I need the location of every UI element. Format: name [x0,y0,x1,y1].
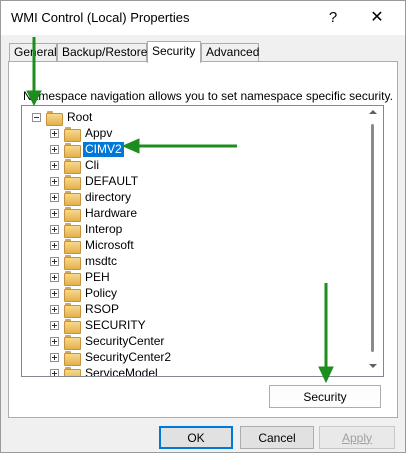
tree-node-label: DEFAULT [85,173,139,188]
tree-node-label: Cli [85,157,99,172]
tree-node[interactable]: Policy [50,285,119,302]
expand-icon[interactable] [50,176,59,186]
apply-button: Apply [319,426,395,449]
folder-icon [46,110,63,126]
tree-node-label: Interop [85,221,123,236]
cancel-button[interactable]: Cancel [240,426,314,449]
tab-backup-restore[interactable]: Backup/Restore [57,43,147,62]
folder-icon [64,270,81,286]
tree-node-label: SecurityCenter [85,333,165,348]
folder-icon [64,174,81,190]
folder-icon [64,126,81,142]
tree-node[interactable]: CIMV2 [50,140,125,158]
help-button[interactable]: ? [319,5,347,29]
folder-icon [64,222,81,238]
expand-icon[interactable] [50,224,59,234]
scroll-up-arrow-icon[interactable] [369,110,377,114]
ok-button[interactable]: OK [159,426,233,449]
tree-node-label: ServiceModel [85,365,158,377]
tree-node-label: SecurityCenter2 [85,349,172,364]
tree-node[interactable]: Microsoft [50,237,136,254]
folder-icon [64,190,81,206]
tree-node[interactable]: PEH [50,269,112,286]
scroll-down-arrow-icon[interactable] [369,364,377,368]
window-title: WMI Control (Local) Properties [11,10,190,25]
apply-button-label: Apply [341,430,373,445]
tree-node-label: Policy [85,285,118,300]
tab-general[interactable]: General [9,43,57,62]
folder-icon [64,334,81,350]
namespace-description: Namespace navigation allows you to set n… [23,89,393,103]
tab-security[interactable]: Security [147,41,201,63]
expand-icon[interactable] [50,256,59,266]
tree-node-label: Appv [85,125,113,140]
folder-icon [64,366,81,376]
expand-icon[interactable] [50,336,59,346]
expand-icon[interactable] [50,144,59,154]
folder-icon [64,238,81,254]
expand-icon[interactable] [50,304,59,314]
security-button[interactable]: Security [269,385,381,408]
folder-icon [64,318,81,334]
folder-icon [64,350,81,366]
folder-icon [64,254,81,270]
expand-icon[interactable] [50,240,59,250]
expand-icon[interactable] [50,128,59,138]
expand-icon[interactable] [50,208,59,218]
close-button[interactable]: ✕ [363,5,391,29]
expand-icon[interactable] [50,192,59,202]
expand-icon[interactable] [50,368,59,376]
folder-icon [64,302,81,318]
tree-node[interactable]: directory [50,189,133,206]
title-bar: WMI Control (Local) Properties ? ✕ [1,1,405,35]
collapse-icon[interactable] [32,112,41,122]
tree-node[interactable]: Hardware [50,205,139,222]
tree-node[interactable]: Appv [50,125,114,142]
vertical-scrollbar-thumb[interactable] [371,124,374,352]
tree-node[interactable]: Interop [50,221,124,238]
folder-icon [64,286,81,302]
folder-icon [64,142,81,158]
tree-node[interactable]: RSOP [50,301,121,318]
tree-node[interactable]: SecurityCenter [50,333,166,350]
tree-node-label: Hardware [85,205,138,220]
expand-icon[interactable] [50,272,59,282]
folder-icon [64,158,81,174]
tree-node[interactable]: DEFAULT [50,173,140,190]
tree-node[interactable]: SECURITY [50,317,148,334]
tree-node-label: SECURITY [85,317,146,332]
properties-dialog: WMI Control (Local) Properties ? ✕ Gener… [0,0,406,453]
tree-node-label: RSOP [85,301,120,316]
namespace-tree[interactable]: Root Appv CIMV2 Cli DEFAULT directory Ha… [21,105,384,377]
tree-node-label: msdtc [85,253,118,268]
expand-icon[interactable] [50,160,59,170]
tree-node-label-selected: CIMV2 [82,140,125,158]
tree-node[interactable]: SecurityCenter2 [50,349,173,366]
tree-node-label: Root [67,109,93,124]
expand-icon[interactable] [50,352,59,362]
tab-advanced[interactable]: Advanced [201,43,259,62]
expand-icon[interactable] [50,288,59,298]
expand-icon[interactable] [50,320,59,330]
tree-node-root[interactable]: Root [32,109,94,126]
tree-node-label: directory [85,189,132,204]
tree-node-label: PEH [85,269,110,284]
folder-icon [64,206,81,222]
tree-node[interactable]: msdtc [50,253,119,270]
tree-node[interactable]: Cli [50,157,101,174]
tree-node[interactable]: ServiceModel [50,365,160,377]
tree-node-label: Microsoft [85,237,134,252]
